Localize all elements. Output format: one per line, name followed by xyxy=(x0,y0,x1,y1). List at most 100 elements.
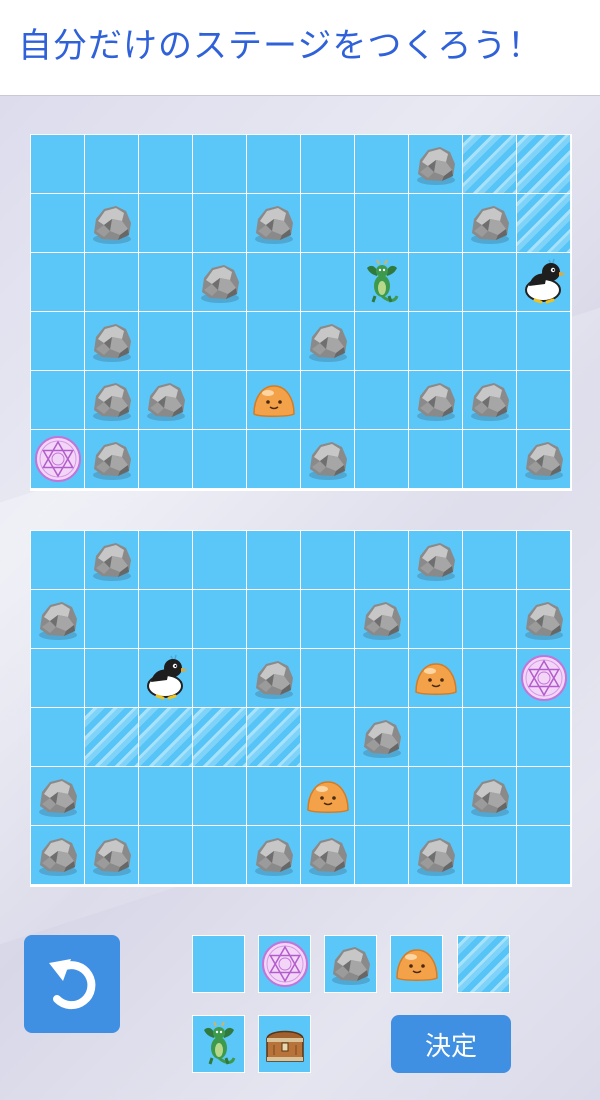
grid-cell-water[interactable] xyxy=(139,135,192,193)
grid-cell-water[interactable] xyxy=(247,430,300,488)
grid-cell-water[interactable] xyxy=(247,135,300,193)
grid-cell-water[interactable] xyxy=(247,312,300,370)
grid-cell-water[interactable] xyxy=(301,590,354,648)
grid-cell-rock[interactable] xyxy=(139,371,192,429)
grid-cell-water[interactable] xyxy=(247,590,300,648)
grid-cell-water[interactable] xyxy=(301,135,354,193)
grid-cell-ice[interactable] xyxy=(193,708,246,766)
grid-cell-water[interactable] xyxy=(85,590,138,648)
grid-cell-water[interactable] xyxy=(193,826,246,884)
palette-rock[interactable] xyxy=(324,935,377,993)
grid-cell-magic[interactable] xyxy=(31,430,84,488)
grid-cell-water[interactable] xyxy=(139,312,192,370)
grid-cell-water[interactable] xyxy=(85,649,138,707)
grid-cell-water[interactable] xyxy=(301,371,354,429)
grid-cell-water[interactable] xyxy=(463,253,516,311)
grid-cell-water[interactable] xyxy=(247,767,300,825)
grid-cell-water[interactable] xyxy=(31,708,84,766)
grid-cell-water[interactable] xyxy=(355,135,408,193)
grid-cell-water[interactable] xyxy=(31,371,84,429)
grid-cell-water[interactable] xyxy=(193,649,246,707)
grid-cell-rock[interactable] xyxy=(85,194,138,252)
grid-cell-water[interactable] xyxy=(409,430,462,488)
palette-water[interactable] xyxy=(192,935,245,993)
grid-cell-water[interactable] xyxy=(355,531,408,589)
grid-cell-rock[interactable] xyxy=(85,430,138,488)
grid-cell-rock[interactable] xyxy=(247,826,300,884)
grid-cell-water[interactable] xyxy=(85,135,138,193)
grid-cell-water[interactable] xyxy=(517,708,570,766)
grid-cell-rock[interactable] xyxy=(409,135,462,193)
grid-cell-water[interactable] xyxy=(193,371,246,429)
grid-cell-rock[interactable] xyxy=(301,826,354,884)
grid-cell-rock[interactable] xyxy=(85,826,138,884)
grid-cell-rock[interactable] xyxy=(463,194,516,252)
grid-cell-ice[interactable] xyxy=(463,135,516,193)
grid-cell-water[interactable] xyxy=(301,708,354,766)
grid-cell-water[interactable] xyxy=(517,531,570,589)
grid-cell-water[interactable] xyxy=(301,649,354,707)
grid-cell-rock[interactable] xyxy=(517,430,570,488)
grid-cell-water[interactable] xyxy=(31,312,84,370)
grid-cell-rock[interactable] xyxy=(85,312,138,370)
grid-cell-water[interactable] xyxy=(463,312,516,370)
grid-cell-water[interactable] xyxy=(355,312,408,370)
grid-cell-ice[interactable] xyxy=(139,708,192,766)
grid-cell-rock[interactable] xyxy=(517,590,570,648)
grid-cell-slime[interactable] xyxy=(409,649,462,707)
grid-cell-rock[interactable] xyxy=(409,826,462,884)
grid-cell-water[interactable] xyxy=(139,194,192,252)
grid-cell-penguin[interactable] xyxy=(517,253,570,311)
grid-cell-water[interactable] xyxy=(517,312,570,370)
palette-dragon[interactable] xyxy=(192,1015,245,1073)
grid-cell-water[interactable] xyxy=(463,826,516,884)
grid-cell-water[interactable] xyxy=(301,194,354,252)
grid-cell-water[interactable] xyxy=(463,430,516,488)
grid-cell-water[interactable] xyxy=(85,253,138,311)
grid-cell-rock[interactable] xyxy=(247,194,300,252)
grid-cell-rock[interactable] xyxy=(193,253,246,311)
grid-cell-water[interactable] xyxy=(31,649,84,707)
grid-cell-water[interactable] xyxy=(409,194,462,252)
grid-cell-rock[interactable] xyxy=(85,531,138,589)
grid-cell-rock[interactable] xyxy=(409,531,462,589)
grid-cell-water[interactable] xyxy=(193,135,246,193)
grid-cell-rock[interactable] xyxy=(31,826,84,884)
grid-cell-ice[interactable] xyxy=(517,135,570,193)
grid-cell-water[interactable] xyxy=(247,531,300,589)
grid-cell-rock[interactable] xyxy=(355,590,408,648)
grid-cell-rock[interactable] xyxy=(463,371,516,429)
grid-cell-water[interactable] xyxy=(517,767,570,825)
grid-cell-water[interactable] xyxy=(193,590,246,648)
grid-cell-water[interactable] xyxy=(517,826,570,884)
grid-cell-ice[interactable] xyxy=(85,708,138,766)
grid-cell-ice[interactable] xyxy=(517,194,570,252)
grid-cell-penguin[interactable] xyxy=(139,649,192,707)
grid-cell-water[interactable] xyxy=(139,253,192,311)
grid-cell-ice[interactable] xyxy=(247,708,300,766)
grid-cell-water[interactable] xyxy=(517,371,570,429)
grid-cell-water[interactable] xyxy=(463,590,516,648)
grid-cell-water[interactable] xyxy=(463,531,516,589)
grid-cell-water[interactable] xyxy=(193,312,246,370)
grid-cell-water[interactable] xyxy=(85,767,138,825)
grid-cell-water[interactable] xyxy=(355,649,408,707)
grid-cell-rock[interactable] xyxy=(85,371,138,429)
grid-cell-dragon[interactable] xyxy=(355,253,408,311)
grid-cell-water[interactable] xyxy=(139,430,192,488)
grid-cell-rock[interactable] xyxy=(301,430,354,488)
grid-cell-water[interactable] xyxy=(193,430,246,488)
grid-cell-water[interactable] xyxy=(409,708,462,766)
grid-cell-rock[interactable] xyxy=(31,590,84,648)
grid-cell-water[interactable] xyxy=(193,194,246,252)
palette-magic[interactable] xyxy=(258,935,311,993)
grid-cell-water[interactable] xyxy=(355,826,408,884)
palette-chest[interactable] xyxy=(258,1015,311,1073)
confirm-button[interactable]: 決定 xyxy=(391,1015,511,1073)
palette-slime[interactable] xyxy=(390,935,443,993)
grid-cell-water[interactable] xyxy=(193,767,246,825)
grid-cell-water[interactable] xyxy=(409,312,462,370)
grid-cell-water[interactable] xyxy=(139,826,192,884)
grid-cell-water[interactable] xyxy=(301,531,354,589)
grid-cell-water[interactable] xyxy=(139,767,192,825)
